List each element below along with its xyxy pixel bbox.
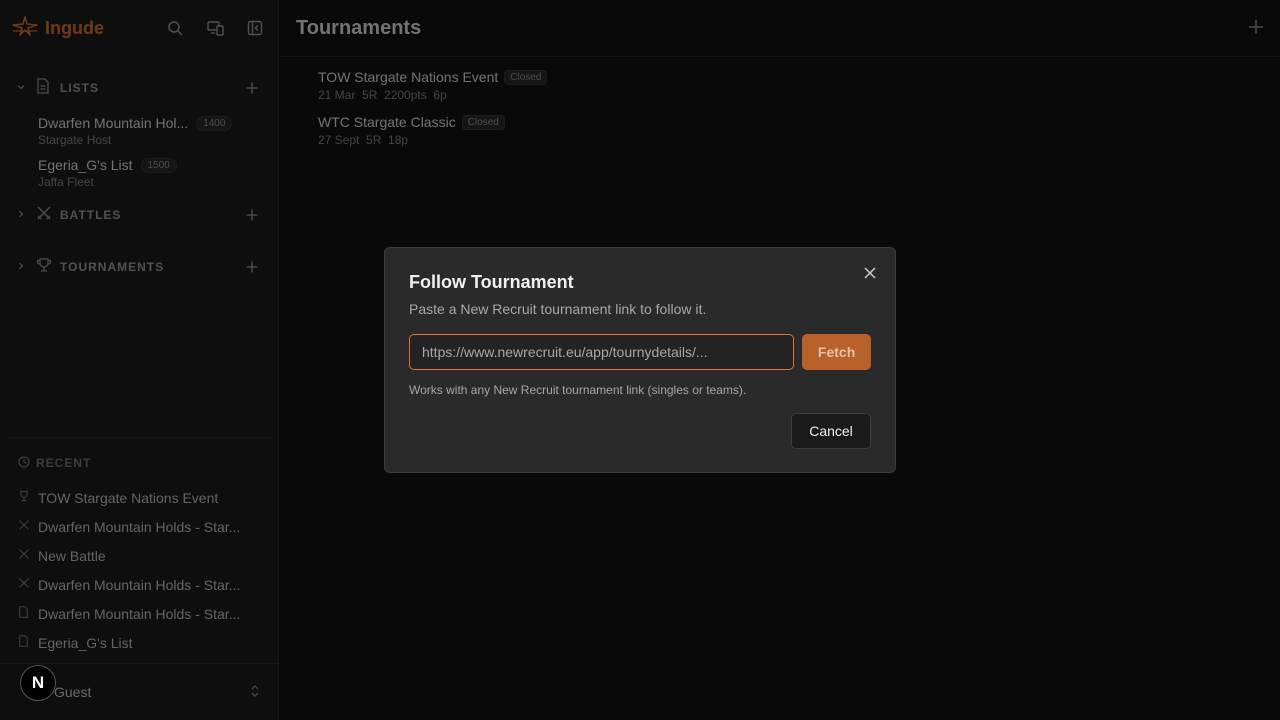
dialog-hint: Works with any New Recruit tournament li…: [409, 383, 747, 397]
cancel-button[interactable]: Cancel: [791, 413, 871, 449]
user-avatar[interactable]: N: [20, 665, 56, 701]
dialog-title: Follow Tournament: [409, 272, 574, 292]
tournament-link-input[interactable]: [409, 334, 795, 370]
dialog-actions: Cancel: [409, 413, 871, 449]
follow-tournament-dialog: Follow Tournament Paste a New Recruit to…: [384, 247, 896, 473]
dialog-description: Paste a New Recruit tournament link to f…: [409, 301, 707, 317]
close-icon[interactable]: [861, 264, 879, 282]
link-form: Fetch: [409, 334, 871, 370]
fetch-button[interactable]: Fetch: [802, 334, 871, 370]
